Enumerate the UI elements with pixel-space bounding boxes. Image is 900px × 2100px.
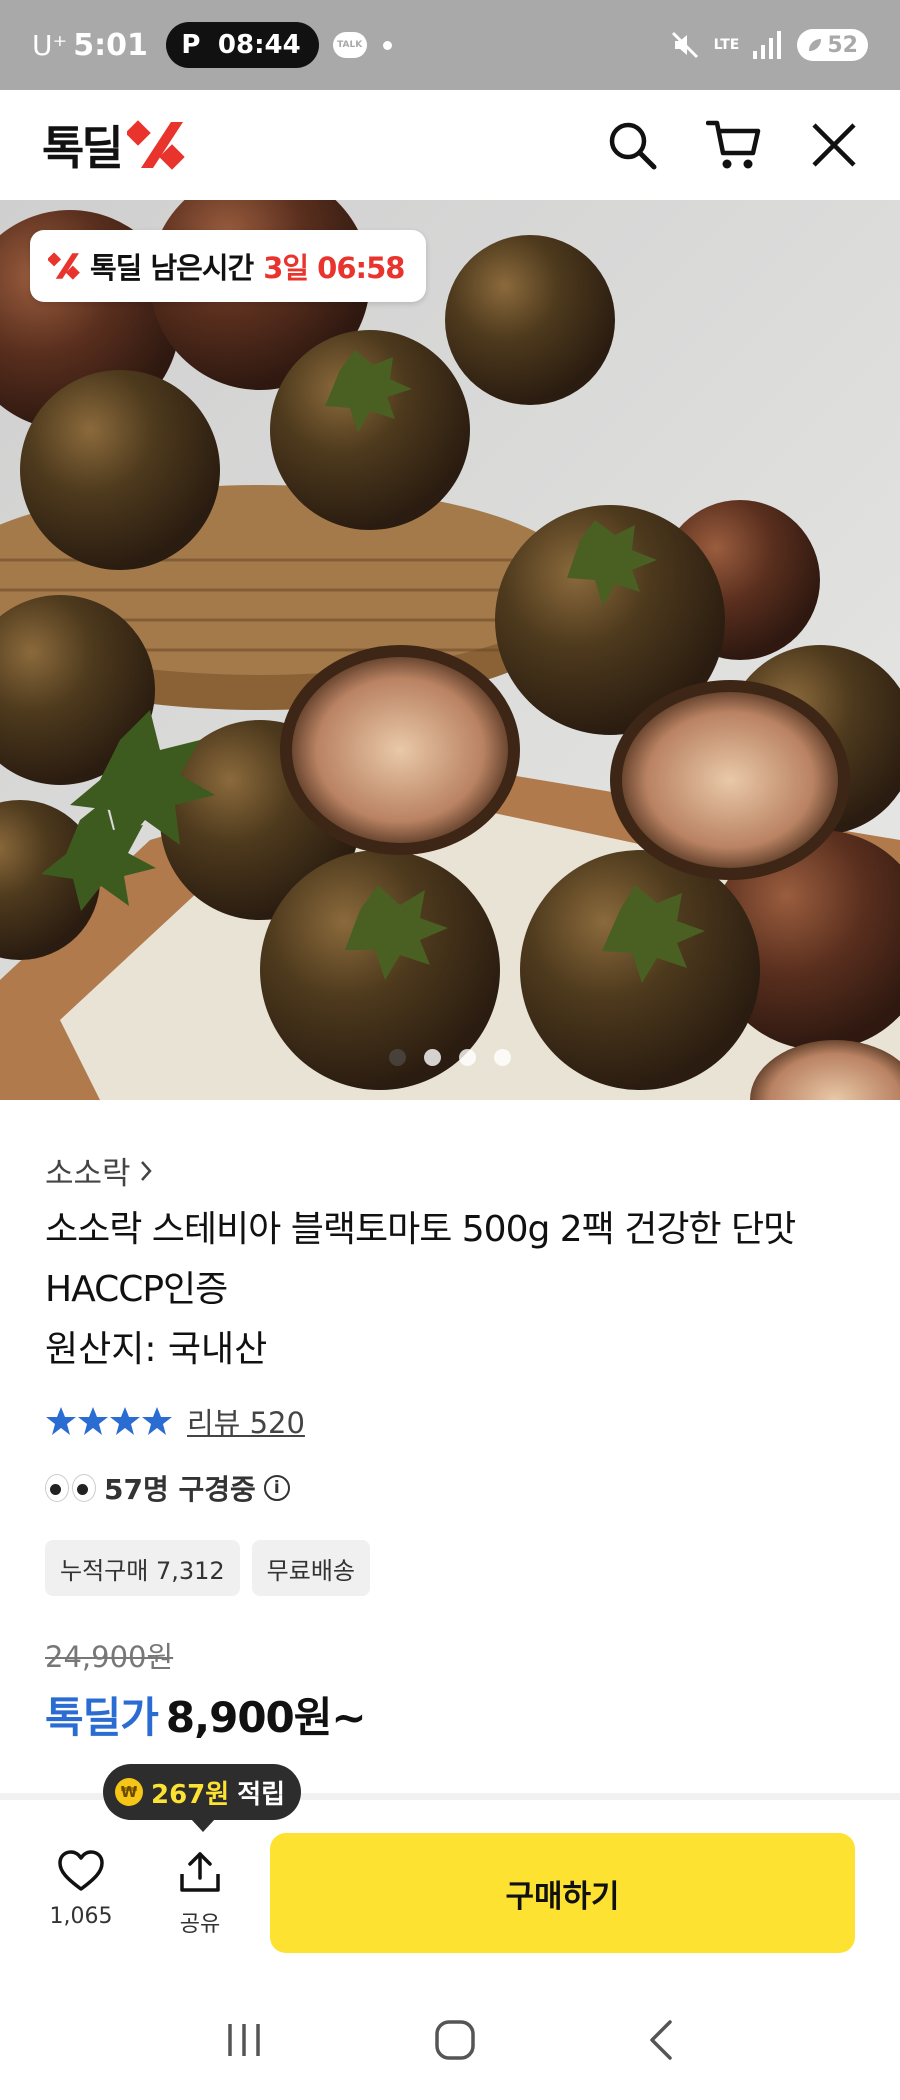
carousel-indicator [0, 1049, 900, 1066]
deal-timer-badge: 톡딜 남은시간 3일 06:58 [30, 230, 427, 302]
brand-name: 소소락 [45, 1156, 131, 1192]
bottom-action-bar: 1,065 공유 구매하기 [0, 1800, 900, 1980]
back-icon[interactable] [646, 2018, 676, 2062]
battery-indicator: 52 [797, 29, 868, 61]
search-icon[interactable] [606, 119, 658, 171]
info-icon[interactable]: i [263, 1475, 290, 1501]
status-bar: U⁺ 5:01 P 08:44 TALK LTE 52 [0, 0, 900, 90]
product-title: 소소락 스테비아 블랙토마토 500g 2팩 건강한 단맛 HACCP인증 [45, 1209, 796, 1310]
tag-free-shipping: 무료배송 [251, 1540, 370, 1596]
price-label: 톡딜가 [45, 1693, 159, 1742]
system-nav-bar [0, 1980, 900, 2100]
timer-label: 톡딜 남은시간 [90, 251, 254, 285]
parking-icon: P [175, 30, 206, 60]
deal-price: 8,900원~ [165, 1693, 367, 1742]
coin-icon: ₩ [115, 1778, 143, 1806]
share-button[interactable]: 공유 [165, 1850, 235, 1938]
network-type: LTE [713, 37, 740, 53]
tag-cumulative-purchase: 누적구매 7,312 [45, 1540, 240, 1596]
tag-list: 누적구매 7,312 무료배송 [45, 1540, 370, 1596]
viewers-count: 57명 구경중 [104, 1473, 256, 1506]
product-image-carousel[interactable]: 톡딜 남은시간 3일 06:58 [0, 200, 900, 1100]
carousel-dot[interactable] [459, 1049, 476, 1066]
review-count-link[interactable]: 리뷰 520 [187, 1400, 305, 1442]
app-bar: 톡딜 [0, 90, 900, 200]
percent-logo-icon [48, 252, 80, 280]
parking-timer: 08:44 [217, 30, 301, 60]
buy-button[interactable]: 구매하기 [270, 1833, 855, 1953]
battery-level: 52 [827, 32, 858, 58]
points-tooltip: ₩ 267원 적립 [103, 1764, 302, 1832]
battery-leaf-icon [809, 39, 822, 51]
parking-timer-pill: P 08:44 [165, 22, 319, 68]
share-label: 공유 [179, 1912, 221, 1937]
home-icon[interactable] [433, 2018, 477, 2062]
cart-icon[interactable] [706, 119, 762, 171]
like-button[interactable]: 1,065 [45, 1850, 117, 1929]
price-row: 톡딜가 8,900원~ [45, 1684, 367, 1745]
signal-icon [753, 31, 782, 59]
like-count: 1,065 [49, 1904, 113, 1929]
points-amount: 267원 [151, 1779, 230, 1810]
viewers-row: 57명 구경중 i [45, 1468, 290, 1508]
carousel-dot[interactable] [389, 1049, 406, 1066]
brand-link[interactable]: 소소락 [45, 1148, 153, 1193]
points-label: 적립 [237, 1779, 286, 1810]
original-price: 24,900원 [45, 1640, 174, 1674]
talk-notification-icon: TALK [332, 32, 367, 58]
mute-icon [671, 31, 698, 59]
logo-text: 톡딜 [42, 121, 124, 175]
timer-remaining: 3일 06:58 [263, 251, 405, 285]
status-time: 5:01 [73, 27, 148, 63]
share-icon [180, 1852, 220, 1892]
carousel-dot[interactable] [494, 1049, 511, 1066]
heart-icon [58, 1850, 104, 1891]
tokdeal-logo[interactable]: 톡딜 [42, 112, 185, 178]
rating-row[interactable]: 리뷰 520 [45, 1400, 305, 1442]
product-origin: 원산지: 국내산 [45, 1329, 268, 1370]
eyes-icon [45, 1474, 96, 1502]
close-icon[interactable] [810, 121, 858, 169]
star-rating-icon [46, 1407, 172, 1435]
recent-apps-icon[interactable] [224, 2020, 264, 2060]
carrier-label: U⁺ [32, 28, 68, 62]
black-tomato-photo [0, 200, 900, 1100]
chevron-right-icon [140, 1160, 152, 1181]
notification-dot-icon [382, 40, 392, 50]
percent-logo-icon [126, 120, 185, 170]
carousel-dot[interactable] [424, 1049, 441, 1066]
